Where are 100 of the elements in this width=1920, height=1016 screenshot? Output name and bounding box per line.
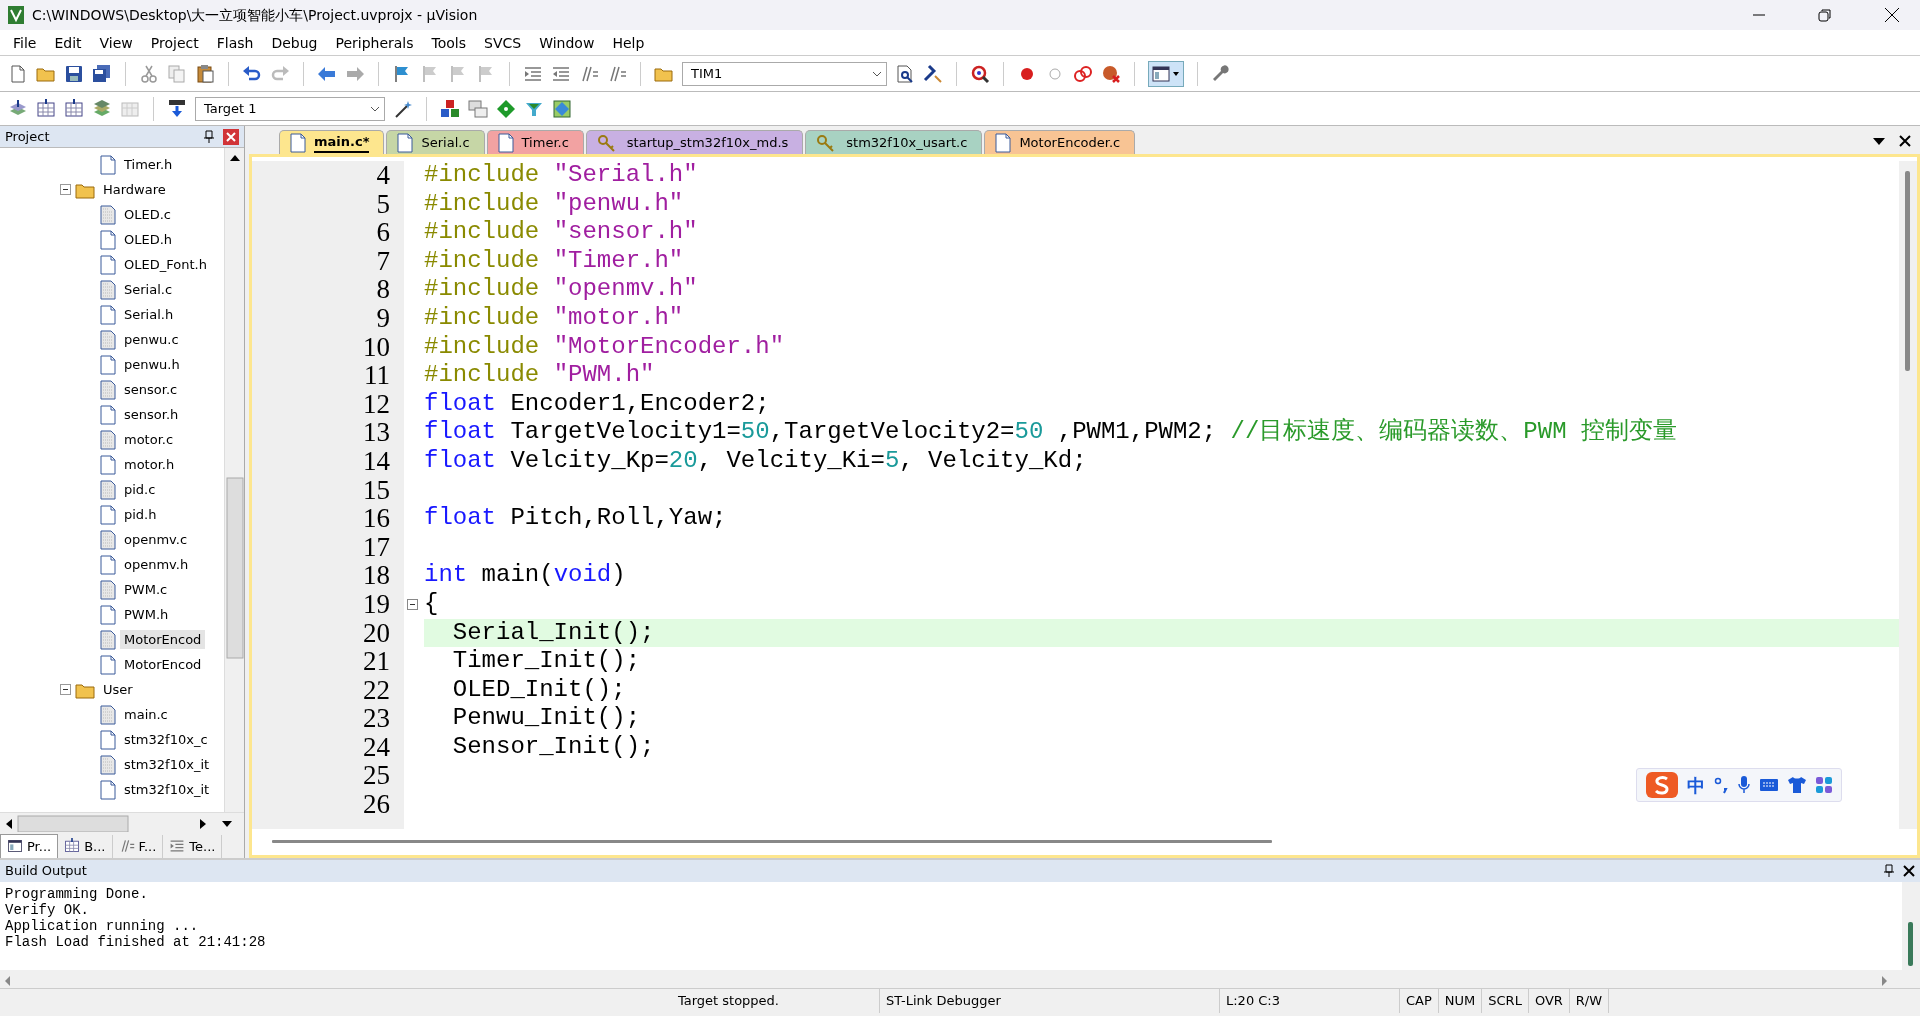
- code-line: #include "Timer.h": [424, 246, 684, 274]
- scrollbar[interactable]: [0, 812, 244, 832]
- file-label[interactable]: sensor.c: [120, 379, 182, 400]
- file-label[interactable]: motor.c: [120, 429, 178, 450]
- menu-item[interactable]: Debug: [262, 29, 327, 56]
- file-label[interactable]: stm32f10x_c: [120, 729, 212, 750]
- new-file-icon[interactable]: [8, 63, 28, 84]
- file-label[interactable]: PWM.h: [120, 604, 173, 625]
- menu-item[interactable]: Peripherals: [326, 29, 423, 56]
- file-label[interactable]: sensor.h: [120, 404, 183, 425]
- bug-icon[interactable]: [1101, 63, 1121, 84]
- menu-item[interactable]: Tools: [422, 29, 476, 56]
- wrench-icon[interactable]: [1211, 63, 1231, 84]
- status-text: CAP: [1400, 989, 1439, 1013]
- scrollbar[interactable]: [272, 839, 1272, 845]
- scrollbar[interactable]: [0, 970, 1920, 988]
- blocks-icon[interactable]: [440, 98, 460, 119]
- source-file-icon: [100, 329, 116, 350]
- punctuation-icon[interactable]: [1713, 775, 1729, 795]
- target-combo[interactable]: Target 1: [195, 96, 385, 121]
- diamond-icon[interactable]: [496, 98, 516, 119]
- file-label[interactable]: main.c: [120, 704, 172, 725]
- tools-icon[interactable]: [923, 63, 943, 84]
- menu-item[interactable]: Edit: [45, 29, 91, 56]
- file-tab[interactable]: main.c*: [279, 130, 385, 154]
- collapse-icon[interactable]: [60, 184, 71, 195]
- folder-label[interactable]: User: [99, 679, 137, 700]
- file-tab[interactable]: MotorEncoder.c: [984, 130, 1136, 154]
- file-tab[interactable]: Timer.c: [486, 130, 584, 154]
- file-label[interactable]: OLED.h: [120, 229, 177, 250]
- cut-icon[interactable]: [139, 63, 159, 84]
- source-file-icon: [100, 429, 116, 450]
- file-label[interactable]: Serial.c: [120, 279, 177, 300]
- code-line: OLED_Init();: [451, 675, 626, 703]
- menu-item[interactable]: Help: [603, 29, 654, 56]
- file-label[interactable]: OLED.c: [120, 204, 175, 225]
- source-file-icon: [100, 529, 116, 550]
- menu-item[interactable]: SVCS: [475, 29, 531, 56]
- rebuild-icon[interactable]: [64, 98, 84, 119]
- file-label[interactable]: stm32f10x_it: [120, 779, 214, 800]
- file-tab[interactable]: startup_stm32f10x_md.s: [585, 130, 804, 154]
- save-all-icon[interactable]: [92, 63, 112, 84]
- load-icon[interactable]: [167, 98, 187, 119]
- pin-icon[interactable]: [203, 129, 215, 144]
- layers-icon[interactable]: [92, 98, 112, 119]
- file-label[interactable]: penwu.h: [120, 354, 184, 375]
- shirt-icon[interactable]: [1787, 776, 1807, 794]
- file-label[interactable]: OLED_Font.h: [120, 254, 211, 275]
- scroll-thumb[interactable]: [1905, 171, 1910, 371]
- file-label[interactable]: pid.c: [120, 479, 160, 500]
- source-file-icon: [100, 204, 116, 225]
- microphone-icon[interactable]: [1737, 775, 1751, 795]
- window-layout-button[interactable]: [1148, 60, 1184, 87]
- folder-label[interactable]: Hardware: [99, 179, 170, 200]
- debug-icon[interactable]: [970, 63, 990, 84]
- rings-icon[interactable]: [1073, 63, 1093, 84]
- file-tab[interactable]: Serial.c: [386, 130, 485, 154]
- keyboard-icon[interactable]: [1759, 777, 1779, 793]
- save-icon[interactable]: [64, 63, 84, 84]
- collapse-icon[interactable]: [60, 684, 71, 695]
- close-icon[interactable]: [1884, 7, 1900, 23]
- build-icon[interactable]: [36, 98, 56, 119]
- file-label[interactable]: penwu.c: [120, 329, 183, 350]
- restore-icon[interactable]: [1818, 8, 1832, 22]
- scrollbar[interactable]: [1899, 161, 1917, 829]
- scrollbar[interactable]: [1902, 882, 1920, 970]
- scroll-thumb[interactable]: [1908, 922, 1913, 966]
- paste-icon[interactable]: [195, 63, 215, 84]
- apps-icon[interactable]: [1815, 776, 1833, 794]
- file-label[interactable]: Serial.h: [120, 304, 178, 325]
- windows-icon[interactable]: [468, 98, 488, 119]
- menu-item[interactable]: Flash: [207, 29, 263, 56]
- menu-item[interactable]: Window: [530, 29, 604, 56]
- file-label[interactable]: motor.h: [120, 454, 179, 475]
- file-label[interactable]: openmv.c: [120, 529, 192, 550]
- file-label[interactable]: MotorEncod: [120, 629, 206, 650]
- code-line: #include "PWM.h": [424, 361, 655, 389]
- menu-item[interactable]: View: [90, 29, 142, 56]
- file-label[interactable]: pid.h: [120, 504, 161, 525]
- scrollbar[interactable]: [224, 148, 244, 812]
- find-combo[interactable]: TIM1: [682, 61, 887, 86]
- panel-tab[interactable]: Pr...: [0, 833, 59, 858]
- input-mode-label[interactable]: 中: [1687, 771, 1705, 799]
- file-label[interactable]: PWM.c: [120, 579, 172, 600]
- search-document-icon[interactable]: [895, 63, 915, 84]
- menu-item[interactable]: Project: [141, 29, 208, 56]
- menu-item[interactable]: File: [4, 29, 46, 56]
- close-icon[interactable]: [1898, 134, 1912, 148]
- code-line: float Pitch,Roll,Yaw;: [424, 504, 727, 532]
- file-label[interactable]: stm32f10x_it: [120, 754, 214, 775]
- file-icon: [100, 729, 116, 750]
- file-tab[interactable]: stm32f10x_usart.c: [805, 130, 983, 154]
- chip-icon[interactable]: [552, 98, 572, 119]
- code-line: #include "Serial.h": [424, 161, 698, 188]
- close-icon[interactable]: [1903, 865, 1915, 877]
- file-label[interactable]: Timer.h: [120, 154, 177, 175]
- pin-icon[interactable]: [1883, 864, 1895, 878]
- file-label[interactable]: openmv.h: [120, 554, 193, 575]
- fold-icon[interactable]: [406, 598, 418, 610]
- file-label[interactable]: MotorEncod: [120, 654, 206, 675]
